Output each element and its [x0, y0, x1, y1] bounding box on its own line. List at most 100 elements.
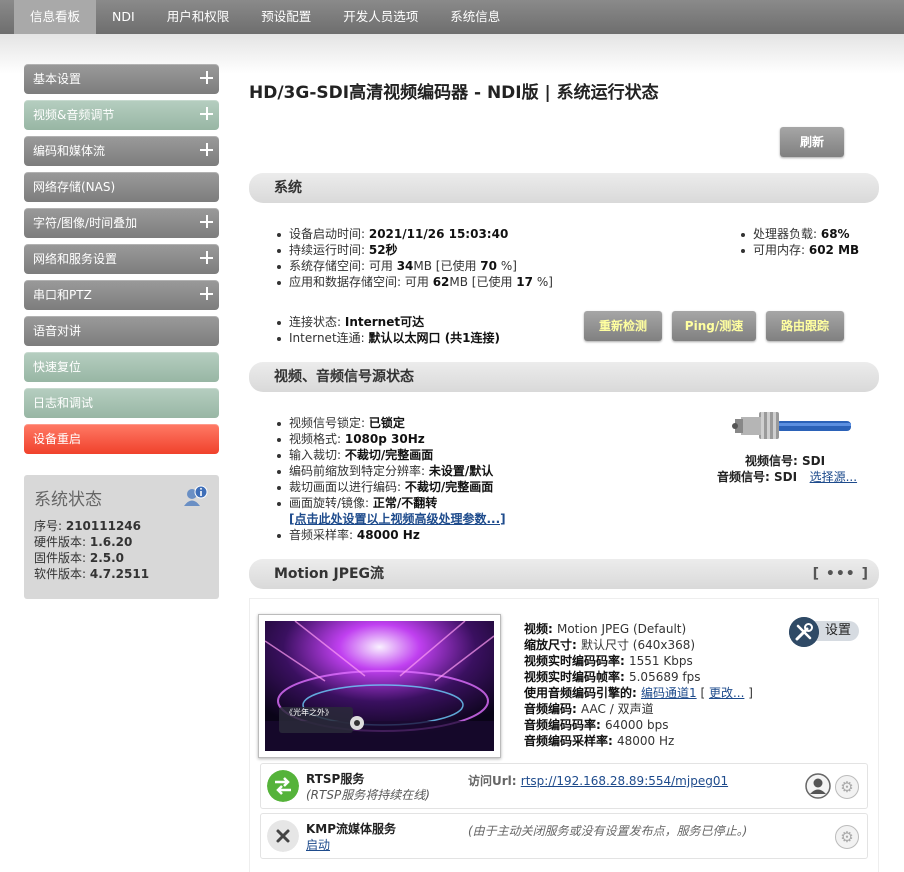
expand-plus-icon[interactable]: [200, 143, 213, 156]
prescale: 编码前缩放到特定分辨率: 未设置/默认: [275, 463, 506, 479]
sidebar-item-label: 字符/图像/时间叠加: [33, 216, 138, 230]
kmp-settings-gear-icon[interactable]: ⚙: [835, 825, 859, 849]
encoding-channel-link[interactable]: 编码通道1: [641, 686, 697, 700]
system-section-header: 系统: [249, 173, 879, 203]
sidebar-item-5[interactable]: 网络和服务设置: [24, 244, 219, 274]
free-memory: 可用内存: 602 MB: [739, 242, 859, 258]
sidebar-item-label: 日志和调试: [33, 396, 94, 410]
connection-status: 连接状态: Internet可达: [275, 314, 500, 330]
input-crop: 输入裁切: 不裁切/完整画面: [275, 447, 506, 463]
thumbnail-caption: 《光年之外》: [285, 708, 333, 717]
sidebar-item-0[interactable]: 基本设置: [24, 64, 219, 94]
rtsp-settings-gear-icon[interactable]: ⚙: [835, 775, 859, 799]
signal-section-header: 视频、音频信号源状态: [249, 362, 879, 392]
resource-list: 处理器负载: 68% 可用内存: 602 MB: [739, 226, 859, 258]
rtsp-url-link[interactable]: rtsp://192.168.28.89:554/mjpeg01: [521, 774, 728, 788]
sidebar-item-8[interactable]: 快速复位: [24, 352, 219, 382]
audio-bitrate: 音频编码码率: 64000 bps: [524, 718, 669, 732]
expand-plus-icon[interactable]: [200, 107, 213, 120]
mjpeg-stream-info: 视频: Motion JPEG (Default) 缩放尺寸: 默认尺寸 (64…: [524, 621, 753, 749]
user-avatar-icon[interactable]: [805, 773, 831, 799]
sw-version-row: 软件版本: 4.7.2511: [34, 567, 150, 581]
video-framerate: 视频实时编码帧率: 5.05689 fps: [524, 670, 701, 684]
page-title: HD/3G-SDI高清视频编码器 - NDI版 | 系统运行状态: [249, 83, 659, 103]
sidebar: 基本设置视频&音频调节 编码和媒体流 网络存储(NAS) 字符/图像/时间叠加 网络和服…: [24, 64, 219, 460]
kmp-service-name: KMP流媒体服务: [306, 822, 397, 836]
advanced-settings-row: [点击此处设置以上视频高级处理参数...]: [275, 511, 506, 527]
select-source-link[interactable]: 选择源...: [810, 470, 857, 484]
scale-size: 缩放尺寸: 默认尺寸 (640x368): [524, 638, 696, 652]
system-storage: 系统存储空间: 可用 34MB [已使用 70 %]: [275, 258, 553, 274]
sidebar-item-label: 设备重启: [33, 432, 82, 446]
video-signal: 视频信号: SDI: [745, 454, 826, 468]
sidebar-item-2[interactable]: 编码和媒体流: [24, 136, 219, 166]
refresh-button[interactable]: 刷新: [780, 127, 844, 157]
hw-version-row: 硬件版本: 1.6.20: [34, 535, 133, 549]
tab-system-info[interactable]: 系统信息: [434, 0, 516, 34]
audio-engine: 使用音频编码引擎的: 编码通道1 [ 更改... ]: [524, 686, 753, 700]
expand-plus-icon[interactable]: [200, 287, 213, 300]
app-storage: 应用和数据存储空间: 可用 62MB [已使用 17 %]: [275, 274, 553, 290]
audio-codec: 音频编码: AAC / 双声道: [524, 702, 654, 716]
top-nav: 信息看板 NDI 用户和权限 预设配置 开发人员选项 系统信息: [0, 0, 904, 34]
system-info-list: 设备启动时间: 2021/11/26 15:03:40 持续运行时间: 52秒 …: [275, 226, 553, 290]
boot-time: 设备启动时间: 2021/11/26 15:03:40: [275, 226, 553, 242]
tab-developer[interactable]: 开发人员选项: [327, 0, 434, 34]
video-preview-thumbnail[interactable]: 《光年之外》: [258, 614, 501, 758]
uptime: 持续运行时间: 52秒: [275, 242, 553, 258]
tab-users[interactable]: 用户和权限: [151, 0, 246, 34]
sidebar-item-label: 编码和媒体流: [33, 144, 106, 158]
kmp-start-link[interactable]: 启动: [306, 836, 330, 853]
expand-plus-icon[interactable]: [200, 215, 213, 228]
sidebar-item-9[interactable]: 日志和调试: [24, 388, 219, 418]
ping-button[interactable]: Ping/测速: [672, 311, 756, 341]
rtsp-service-note: (RTSP服务将持续在线): [306, 788, 430, 802]
sidebar-item-label: 基本设置: [33, 72, 82, 86]
kmp-service-row: KMP流媒体服务 启动 (由于主动关闭服务或没有设置发布点，服务已停止。) ⚙: [260, 813, 868, 859]
user-info-icon[interactable]: [183, 485, 209, 507]
sidebar-item-label: 视频&音频调节: [33, 108, 115, 122]
stream-settings-button[interactable]: 设置: [789, 617, 859, 647]
sidebar-item-4[interactable]: 字符/图像/时间叠加: [24, 208, 219, 238]
rtsp-service-row: RTSP服务 (RTSP服务将持续在线) 访问Url: rtsp://192.1…: [260, 763, 868, 809]
rtsp-url-row: 访问Url: rtsp://192.168.28.89:554/mjpeg01: [468, 774, 729, 788]
sdi-connector-icon: [732, 412, 851, 439]
rotate-mirror: 画面旋转/镜像: 正常/不翻转: [275, 495, 506, 511]
sidebar-item-6[interactable]: 串口和PTZ: [24, 280, 219, 310]
recheck-button[interactable]: 重新检测: [584, 311, 662, 341]
stage-preview-image: [265, 621, 494, 751]
serial-row: 序号: 210111246: [34, 519, 142, 533]
crop-encode: 裁切画面以进行编码: 不裁切/完整画面: [275, 479, 506, 495]
audio-samplerate-enc: 音频编码采样率: 48000 Hz: [524, 734, 675, 748]
tab-ndi[interactable]: NDI: [96, 0, 151, 34]
sidebar-item-label: 网络和服务设置: [33, 252, 118, 266]
signal-info-list: 视频信号锁定: 已锁定 视频格式: 1080p 30Hz 输入裁切: 不裁切/完…: [275, 415, 506, 543]
sidebar-item-3[interactable]: 网络存储(NAS): [24, 172, 219, 202]
video-codec: 视频: Motion JPEG (Default): [524, 622, 687, 636]
fw-version-row: 固件版本: 2.5.0: [34, 551, 125, 565]
advanced-settings-link[interactable]: [点击此处设置以上视频高级处理参数...]: [289, 512, 506, 526]
sidebar-item-label: 语音对讲: [33, 324, 82, 338]
sidebar-item-label: 网络存储(NAS): [33, 180, 116, 194]
audio-signal: 音频信号: SDI 选择源...: [717, 470, 858, 484]
rtsp-active-icon: [267, 770, 299, 802]
cpu-load: 处理器负载: 68%: [739, 226, 859, 242]
sidebar-item-label: 串口和PTZ: [33, 288, 92, 302]
rtsp-service-name: RTSP服务: [306, 772, 365, 786]
video-format: 视频格式: 1080p 30Hz: [275, 431, 506, 447]
tab-dashboard[interactable]: 信息看板: [14, 0, 97, 34]
change-engine-link[interactable]: 更改...: [709, 686, 744, 700]
more-options-button[interactable]: [ ••• ]: [813, 559, 869, 589]
kmp-stopped-icon: [267, 820, 299, 852]
sidebar-item-label: 快速复位: [33, 360, 82, 374]
sidebar-item-7[interactable]: 语音对讲: [24, 316, 219, 346]
audio-samplerate: 音频采样率: 48000 Hz: [275, 527, 506, 543]
tools-icon: [789, 617, 819, 647]
internet-route: Internet连通: 默认以太网口 (共1连接): [275, 330, 500, 346]
expand-plus-icon[interactable]: [200, 71, 213, 84]
sidebar-item-1[interactable]: 视频&音频调节: [24, 100, 219, 130]
tab-presets[interactable]: 预设配置: [245, 0, 327, 34]
traceroute-button[interactable]: 路由跟踪: [766, 311, 844, 341]
expand-plus-icon[interactable]: [200, 251, 213, 264]
sidebar-item-10[interactable]: 设备重启: [24, 424, 219, 454]
